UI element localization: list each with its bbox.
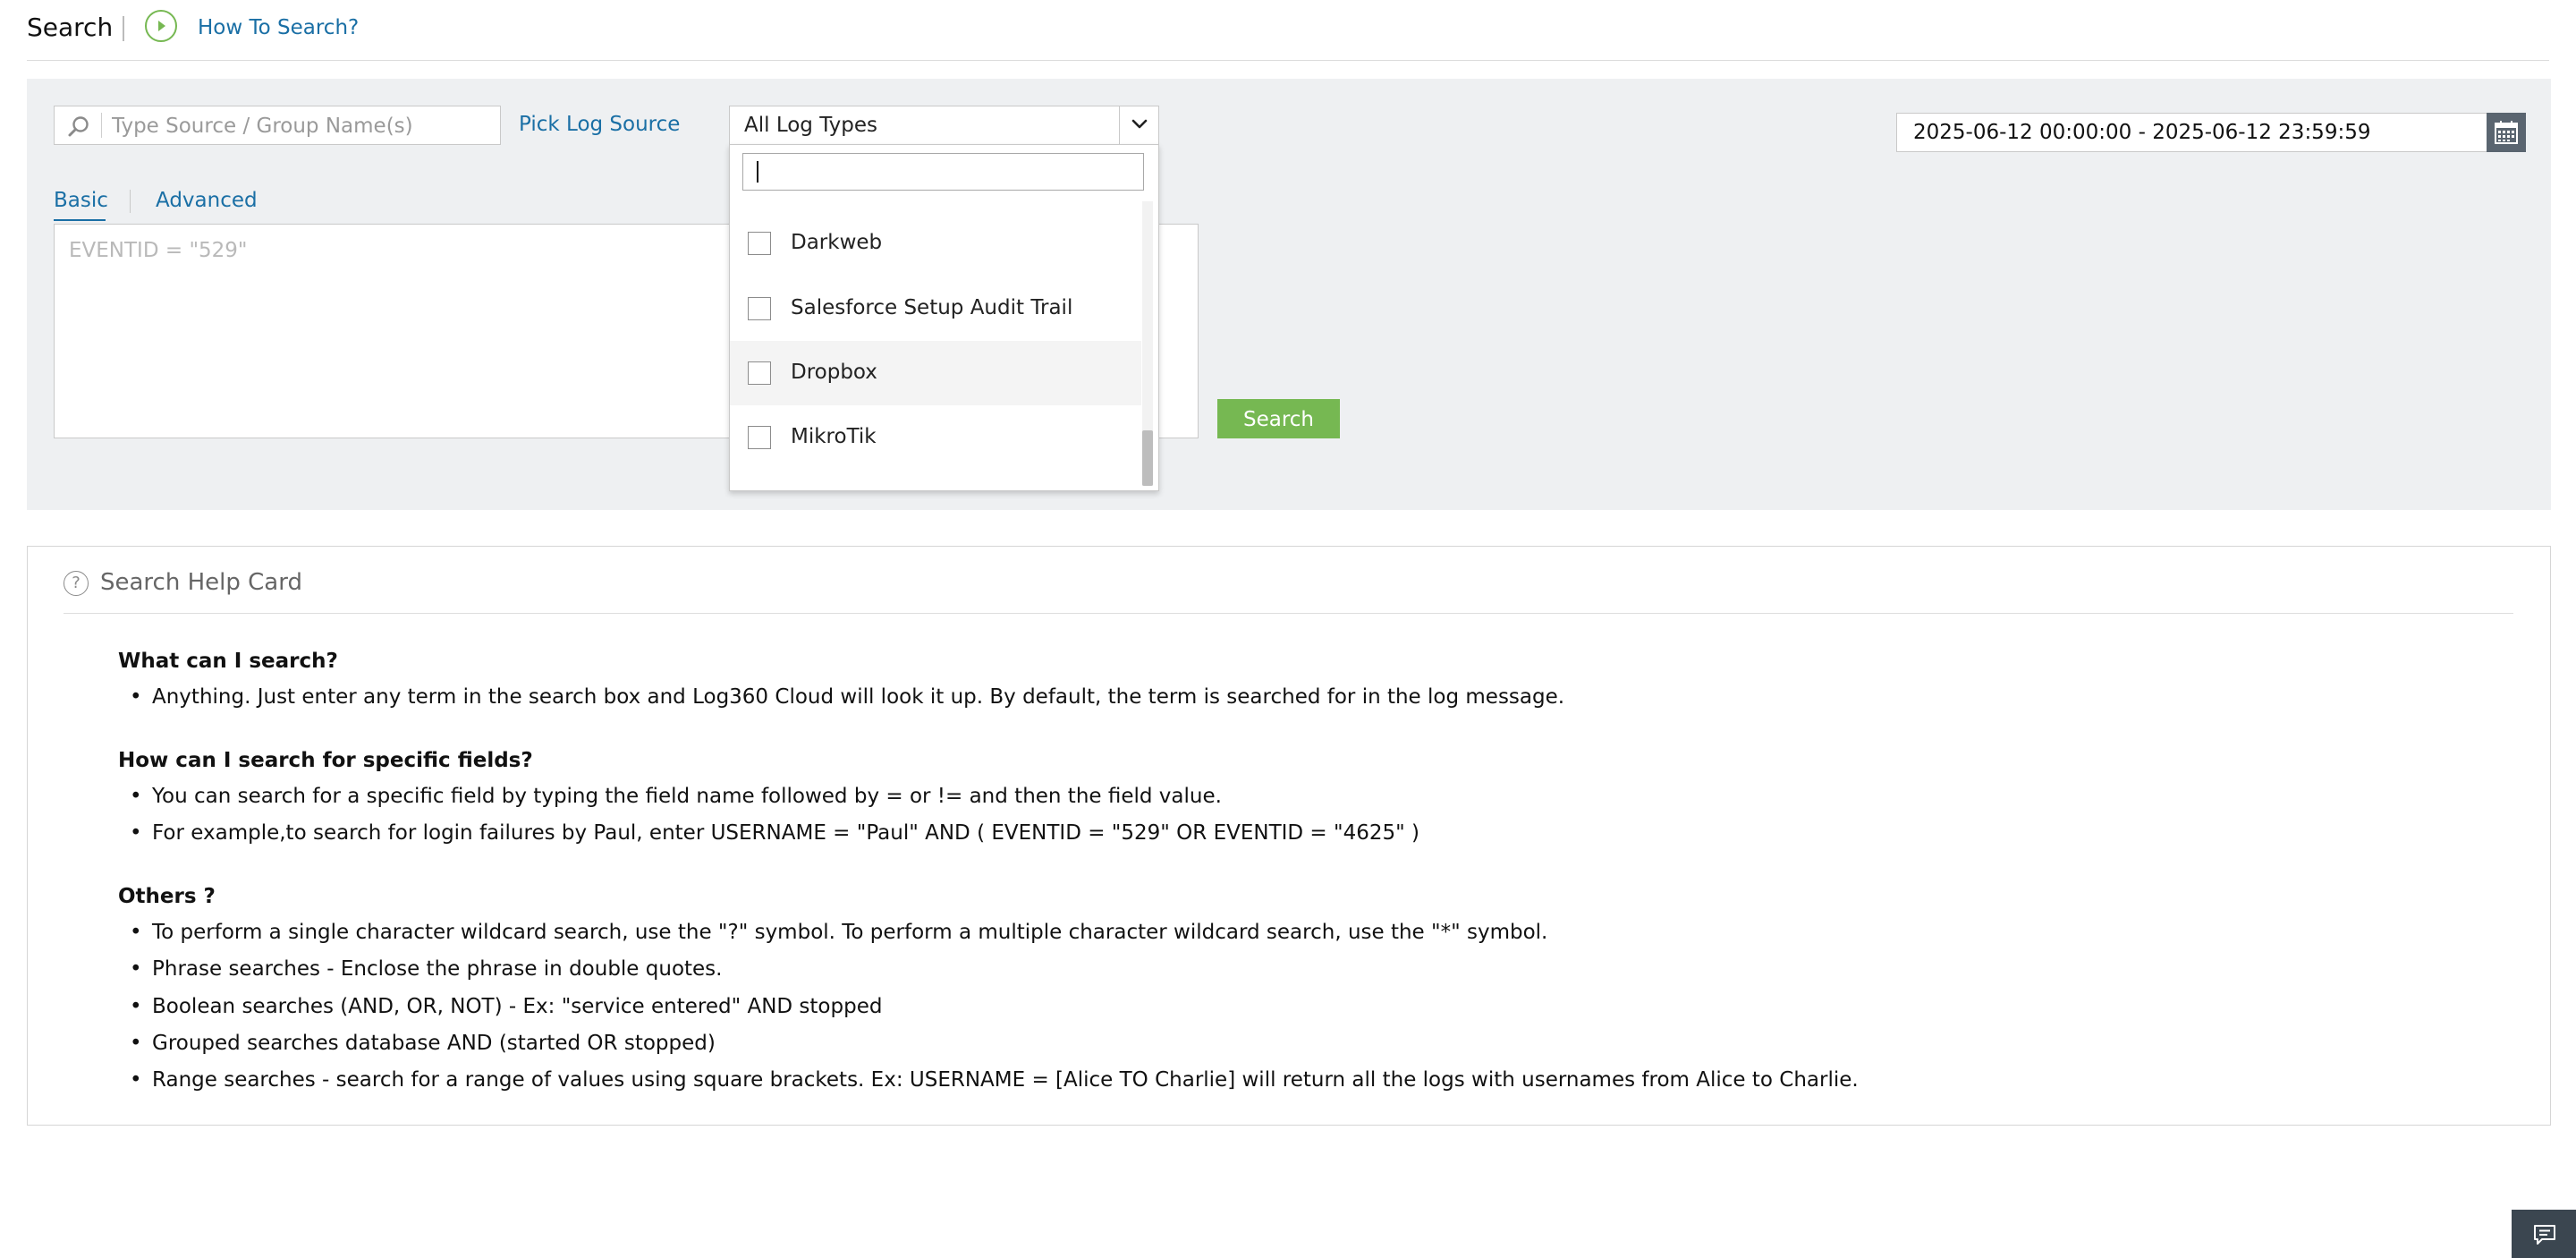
help-bullet: You can search for a specific field by t… (130, 785, 1222, 808)
log-type-option-darkweb[interactable]: Darkweb (730, 211, 1141, 276)
help-heading: What can I search? (118, 650, 338, 673)
tab-divider (130, 190, 131, 213)
log-type-selected-value: All Log Types (744, 114, 878, 137)
help-card-title: Search Help Card (100, 569, 302, 596)
magnifier-icon (67, 115, 90, 142)
question-circle-icon: ? (64, 571, 89, 596)
active-tab-indicator (54, 219, 106, 221)
option-label: Dropbox (791, 361, 877, 384)
help-bullet: For example,to search for login failures… (130, 821, 1419, 845)
calendar-icon (2495, 121, 2518, 144)
log-type-option-mikrotik[interactable]: MikroTik (730, 405, 1141, 470)
title-divider (123, 16, 124, 41)
search-button[interactable]: Search (1217, 399, 1340, 438)
calendar-button[interactable] (2487, 113, 2526, 152)
help-heading: How can I search for specific fields? (118, 749, 533, 772)
input-divider (101, 113, 102, 138)
checkbox[interactable] (748, 297, 771, 320)
help-bullet: To perform a single character wildcard s… (130, 921, 1547, 944)
dropdown-scrollbar-thumb[interactable] (1142, 430, 1153, 486)
help-heading: Others ? (118, 885, 216, 908)
source-search-field[interactable] (54, 106, 501, 145)
page-title: Search (27, 13, 114, 42)
date-range-value: 2025-06-12 00:00:00 - 2025-06-12 23:59:5… (1913, 121, 2371, 144)
help-bullet: Range searches - search for a range of v… (130, 1068, 1859, 1092)
pick-log-source-link[interactable]: Pick Log Source (519, 113, 680, 136)
help-bullet: Boolean searches (AND, OR, NOT) - Ex: "s… (130, 995, 882, 1018)
tab-basic[interactable]: Basic (54, 189, 108, 212)
help-bullet: Grouped searches database AND (started O… (130, 1032, 716, 1055)
how-to-search-link[interactable]: How To Search? (198, 16, 359, 39)
tab-advanced[interactable]: Advanced (156, 189, 258, 212)
log-type-filter-input[interactable] (742, 153, 1144, 191)
checkbox[interactable] (748, 361, 771, 385)
header-divider (27, 60, 2549, 61)
log-type-dropdown: Darkweb Salesforce Setup Audit Trail Dro… (729, 144, 1159, 491)
option-label: MikroTik (791, 425, 877, 448)
checkbox[interactable] (748, 232, 771, 255)
chat-button[interactable] (2512, 1210, 2576, 1258)
date-range-field[interactable]: 2025-06-12 00:00:00 - 2025-06-12 23:59:5… (1896, 113, 2513, 152)
chevron-down-icon (1131, 119, 1148, 129)
chat-icon (2534, 1225, 2555, 1245)
play-circle-icon[interactable] (145, 10, 177, 42)
help-bullet: Anything. Just enter any term in the sea… (130, 685, 1564, 709)
help-bullet: Phrase searches - Enclose the phrase in … (130, 957, 723, 981)
help-card-divider (64, 613, 2513, 614)
text-cursor (757, 161, 758, 183)
log-type-list: Darkweb Salesforce Setup Audit Trail Dro… (730, 201, 1141, 486)
log-type-select[interactable]: All Log Types (729, 106, 1159, 145)
option-label: Salesforce Setup Audit Trail (791, 296, 1073, 319)
checkbox[interactable] (748, 426, 771, 449)
log-type-option-salesforce-setup-audit-trail[interactable]: Salesforce Setup Audit Trail (730, 276, 1141, 341)
source-input[interactable] (110, 109, 489, 143)
log-type-toggle[interactable] (1119, 106, 1158, 144)
option-label: Darkweb (791, 231, 883, 254)
log-type-option-dropbox[interactable]: Dropbox (730, 341, 1141, 405)
